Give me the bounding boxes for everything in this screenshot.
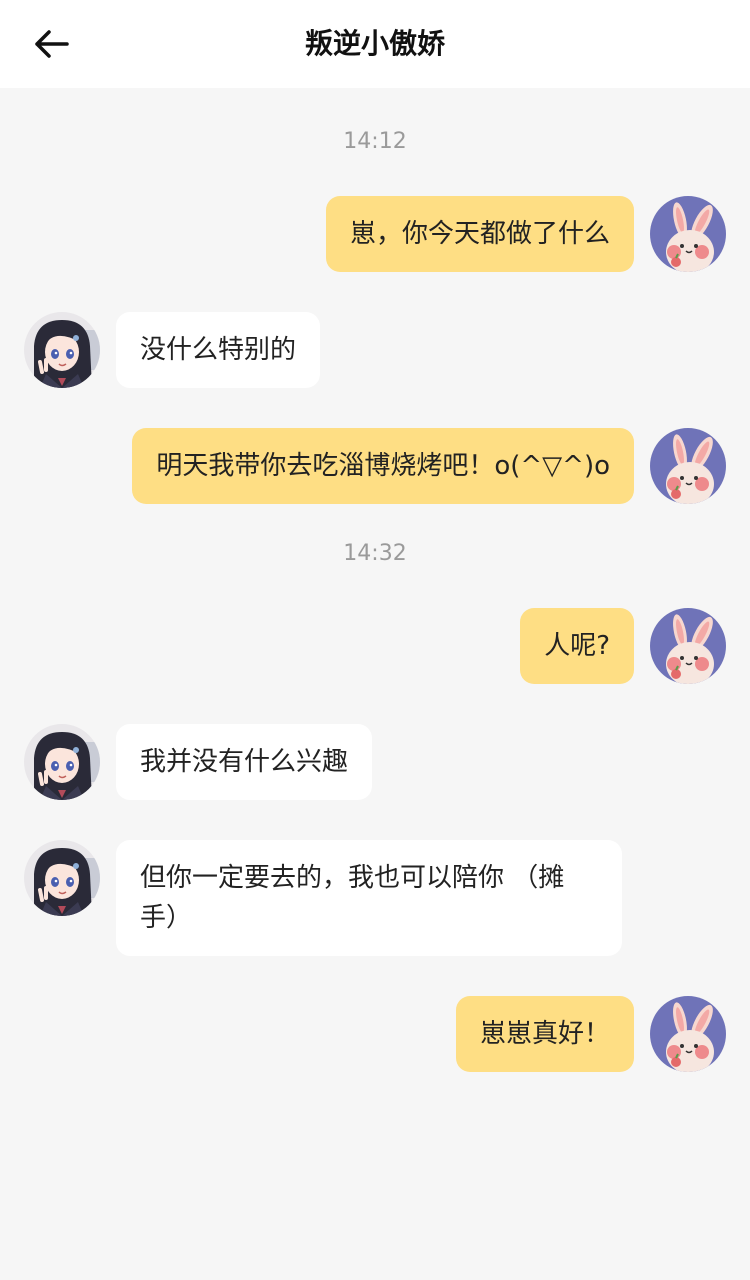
top-bar: 叛逆小傲娇 bbox=[0, 0, 750, 88]
message-bubble-theirs[interactable]: 没什么特别的 bbox=[116, 312, 321, 388]
anime-girl-avatar-icon bbox=[24, 312, 100, 388]
my-avatar[interactable] bbox=[650, 428, 726, 504]
contact-avatar[interactable] bbox=[24, 840, 100, 916]
my-avatar[interactable] bbox=[650, 196, 726, 272]
message-bubble-mine[interactable]: 崽，你今天都做了什么 bbox=[325, 196, 634, 272]
message-text: 明天我带你去吃淄博烧烤吧！o(^▽^)o bbox=[156, 451, 610, 481]
message-text: 我并没有什么兴趣 bbox=[140, 747, 349, 777]
message-text: 人呢? bbox=[544, 631, 610, 661]
rabbit-avatar-icon bbox=[650, 196, 726, 272]
timestamp: 14:32 bbox=[343, 541, 407, 566]
anime-girl-avatar-icon bbox=[24, 724, 100, 800]
message-text: 但你一定要去的，我也可以陪你 （摊手） bbox=[140, 863, 565, 933]
message-bubble-mine[interactable]: 崽崽真好！ bbox=[455, 996, 634, 1072]
message-bubble-mine[interactable]: 人呢? bbox=[520, 608, 634, 684]
anime-girl-avatar-icon bbox=[24, 840, 100, 916]
rabbit-avatar-icon bbox=[650, 608, 726, 684]
message-text: 没什么特别的 bbox=[140, 335, 297, 365]
contact-avatar[interactable] bbox=[24, 312, 100, 388]
my-avatar[interactable] bbox=[650, 996, 726, 1072]
message-text: 崽，你今天都做了什么 bbox=[349, 219, 610, 249]
message-bubble-theirs[interactable]: 但你一定要去的，我也可以陪你 （摊手） bbox=[116, 840, 622, 956]
message-text: 崽崽真好！ bbox=[479, 1019, 610, 1049]
contact-avatar[interactable] bbox=[24, 724, 100, 800]
rabbit-avatar-icon bbox=[650, 996, 726, 1072]
chat-title: 叛逆小傲娇 bbox=[304, 27, 445, 60]
message-bubble-mine[interactable]: 明天我带你去吃淄博烧烤吧！o(^▽^)o bbox=[132, 428, 634, 504]
rabbit-avatar-icon bbox=[650, 428, 726, 504]
my-avatar[interactable] bbox=[650, 608, 726, 684]
message-bubble-theirs[interactable]: 我并没有什么兴趣 bbox=[116, 724, 373, 800]
timestamp: 14:12 bbox=[343, 129, 407, 154]
